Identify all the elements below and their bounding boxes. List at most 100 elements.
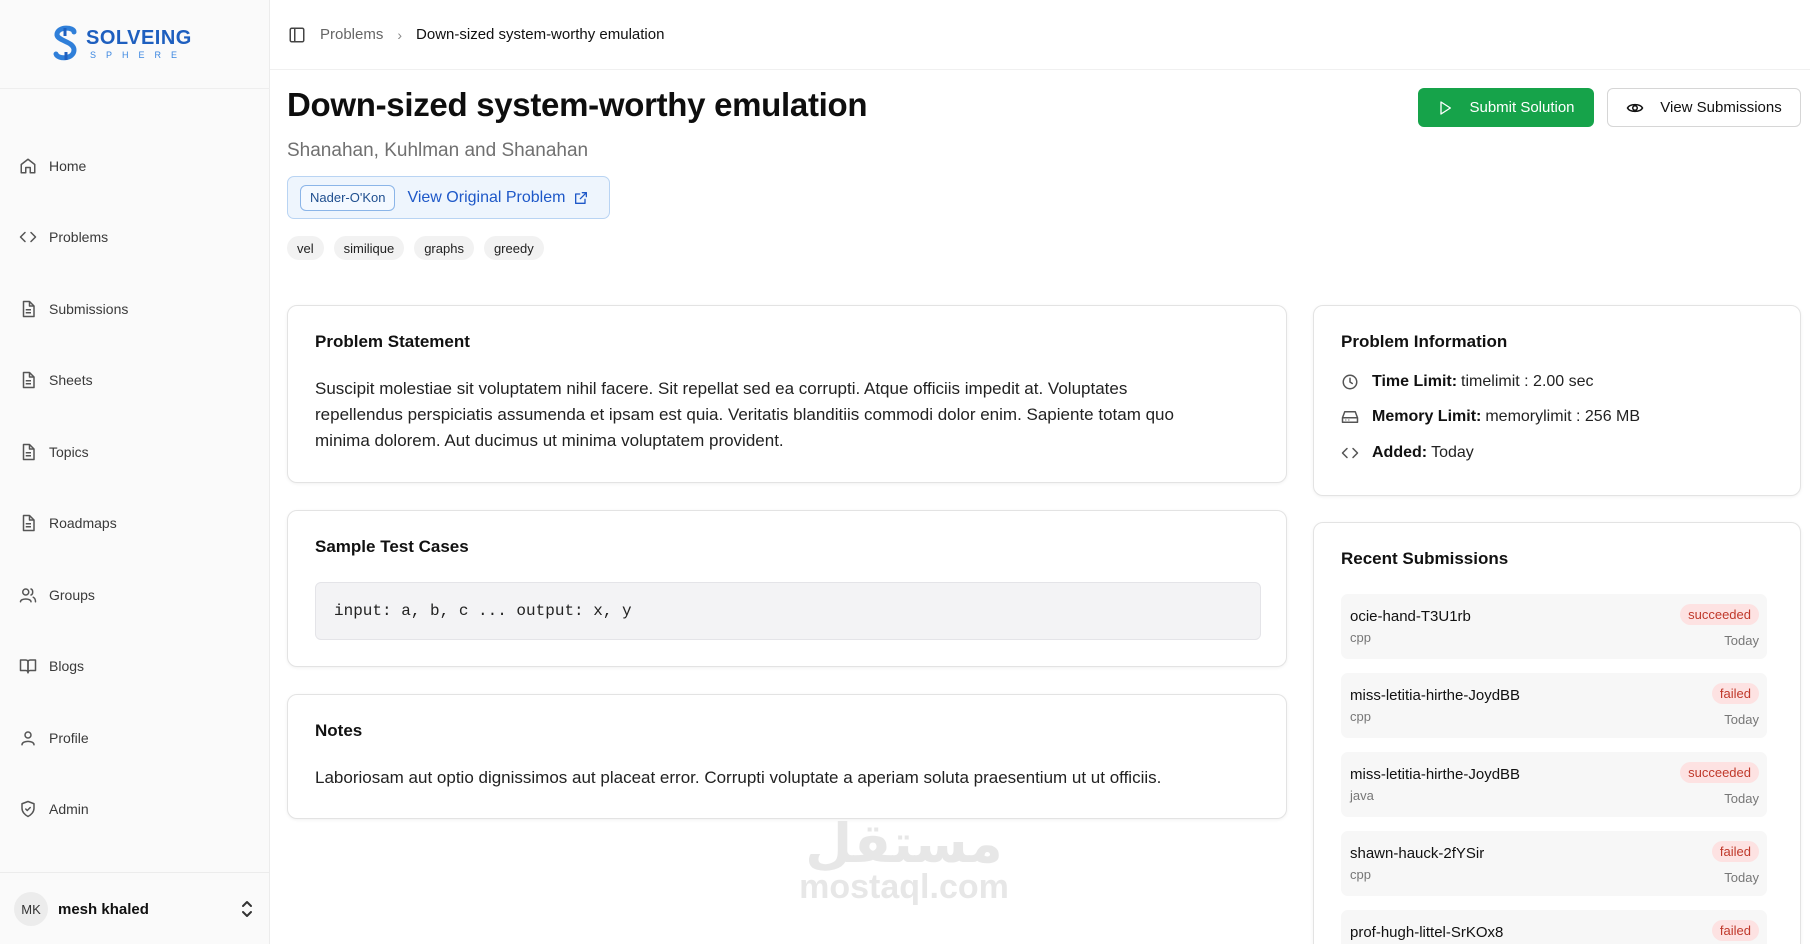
tag[interactable]: similique [333, 236, 405, 260]
watermark: مستقل mostaql.com [794, 812, 1014, 906]
view-submissions-label: View Submissions [1660, 99, 1782, 116]
brand-name: SOLVEING [86, 27, 192, 49]
info-value: Today [1431, 444, 1474, 461]
submission-name: ocie-hand-T3U1rb [1350, 608, 1471, 625]
tag[interactable]: graphs [414, 236, 474, 260]
watermark-latin: mostaql.com [799, 868, 1009, 906]
statement-line: repellendus perspiciatis assumenda et ip… [315, 405, 1174, 424]
problem-statement-card: Problem Statement Suscipit molestiae sit… [287, 305, 1287, 483]
sidebar-item-label: Home [49, 157, 87, 174]
info-label: Time Limit: [1372, 373, 1458, 390]
user-menu[interactable]: MK mesh khaled [0, 872, 270, 944]
memory-limit-row: Memory Limit: memorylimit : 256 MB [1341, 408, 1640, 426]
card-title: Sample Test Cases [315, 537, 469, 556]
card-title: Problem Information [1341, 332, 1508, 351]
user-name: mesh khaled [58, 900, 149, 918]
sidebar-item-blogs[interactable]: Blogs [0, 631, 270, 703]
submission-item[interactable]: ocie-hand-T3U1rb cpp succeeded Today [1341, 594, 1767, 659]
play-icon [1440, 100, 1452, 115]
submission-name: miss-letitia-hirthe-JoydBB [1350, 766, 1521, 783]
status-badge: failed [1711, 841, 1759, 862]
sidebar: SOLVEING SPHERE Home Problems Submission… [0, 0, 270, 944]
submission-item[interactable]: miss-letitia-hirthe-JoydBB java succeede… [1341, 752, 1767, 817]
card-title: Notes [315, 721, 363, 740]
added-row: Added: Today [1341, 444, 1474, 462]
source-box: Nader-O'Kon View Original Problem [287, 176, 610, 219]
submission-name: miss-letitia-hirthe-JoydBB [1350, 687, 1521, 704]
clock-icon [1342, 374, 1358, 390]
shield-icon [21, 801, 35, 818]
sidebar-item-label: Groups [49, 586, 95, 603]
submission-language: java [1350, 788, 1374, 803]
card-title: Problem Statement [315, 332, 470, 351]
status-badge: succeeded [1680, 762, 1759, 783]
home-icon [20, 158, 36, 174]
sidebar-item-home[interactable]: Home [0, 130, 270, 202]
submission-time: Today [1724, 870, 1759, 885]
status-badge: succeeded [1680, 604, 1759, 625]
statement-line: Suscipit molestiae sit voluptatem nihil … [315, 379, 1128, 398]
watermark-arabic: مستقل [805, 812, 1003, 875]
sidebar-toggle-icon[interactable] [288, 26, 306, 44]
sidebar-item-submissions[interactable]: Submissions [0, 273, 270, 345]
tag[interactable]: vel [287, 236, 324, 260]
view-submissions-button[interactable]: View Submissions [1607, 88, 1801, 127]
submit-solution-button[interactable]: Submit Solution [1418, 88, 1594, 127]
submission-item[interactable]: prof-hugh-littel-SrKOx8 failed [1341, 910, 1767, 944]
code-icon [1341, 447, 1359, 459]
view-original-link[interactable]: View Original Problem [407, 189, 589, 207]
chevron-up-down-icon [242, 901, 252, 917]
statement-text: Suscipit molestiae sit voluptatem nihil … [315, 376, 1259, 454]
sample-test-cases-card: Sample Test Cases input: a, b, c ... out… [287, 510, 1287, 667]
sidebar-item-label: Roadmaps [49, 515, 117, 532]
brand-subtitle: SPHERE [90, 50, 188, 60]
submission-language: cpp [1350, 867, 1371, 882]
sidebar-item-label: Sheets [49, 372, 93, 389]
sidebar-item-problems[interactable]: Problems [0, 202, 270, 274]
card-title: Recent Submissions [1341, 549, 1509, 568]
sidebar-item-label: Topics [49, 443, 89, 460]
submission-time: Today [1724, 791, 1759, 806]
sidebar-item-profile[interactable]: Profile [0, 702, 270, 774]
sidebar-nav: Home Problems Submissions Sheets Topics … [0, 130, 270, 845]
sidebar-item-label: Problems [49, 229, 109, 246]
logo-mark-icon [53, 25, 77, 61]
sidebar-item-topics[interactable]: Topics [0, 416, 270, 488]
sidebar-item-label: Blogs [49, 658, 85, 675]
recent-submissions-card: Recent Submissions ocie-hand-T3U1rb cpp … [1313, 522, 1801, 944]
sidebar-item-roadmaps[interactable]: Roadmaps [0, 488, 270, 560]
book-icon [19, 659, 37, 674]
file-icon [22, 443, 35, 460]
source-chip: Nader-O'Kon [300, 184, 396, 211]
view-original-label: View Original Problem [407, 188, 566, 206]
problem-authors: Shanahan, Kuhlman and Shanahan [287, 140, 589, 161]
sidebar-item-groups[interactable]: Groups [0, 559, 270, 631]
submission-language: cpp [1350, 709, 1371, 724]
sample-code-block: input: a, b, c ... output: x, y [315, 582, 1261, 640]
brand-logo[interactable]: SOLVEING SPHERE [52, 22, 192, 66]
users-icon [19, 588, 37, 603]
sidebar-item-label: Admin [49, 801, 89, 818]
submission-name: prof-hugh-littel-SrKOx8 [1350, 924, 1504, 941]
breadcrumb-problems[interactable]: Problems [320, 26, 383, 43]
submission-item[interactable]: shawn-hauck-2fYSir cpp failed Today [1341, 831, 1767, 896]
sidebar-item-sheets[interactable]: Sheets [0, 345, 270, 417]
code-icon [19, 232, 37, 243]
info-label: Added: [1372, 444, 1428, 461]
status-badge: failed [1711, 683, 1759, 704]
user-icon [21, 731, 35, 746]
file-icon [22, 515, 35, 532]
submission-time: Today [1724, 712, 1759, 727]
submission-item[interactable]: miss-letitia-hirthe-JoydBB cpp failed To… [1341, 673, 1767, 738]
breadcrumb-current: Down-sized system-worthy emulation [416, 26, 665, 43]
sidebar-item-admin[interactable]: Admin [0, 774, 270, 846]
top-bar: Problems › Down-sized system-worthy emul… [270, 0, 1810, 70]
statement-line: minima dolorem. Aut ducimus ut minima vo… [315, 431, 784, 450]
chevron-right-icon: › [397, 26, 403, 43]
submission-time: Today [1724, 633, 1759, 648]
tag-list: vel similique graphs greedy [287, 236, 554, 260]
eye-icon [1626, 103, 1644, 112]
sidebar-item-label: Submissions [49, 300, 129, 317]
tag[interactable]: greedy [483, 236, 544, 260]
sidebar-divider [0, 88, 270, 89]
